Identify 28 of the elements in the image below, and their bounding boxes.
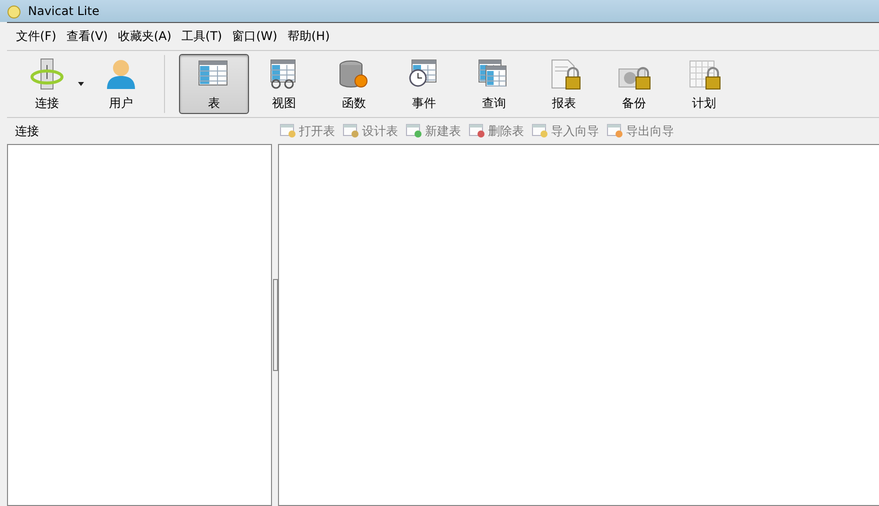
app-icon — [6, 3, 22, 19]
menu-item[interactable]: 窗口(W) — [228, 26, 282, 47]
toolbar-button[interactable]: 报表 — [529, 54, 599, 114]
table-icon — [343, 124, 359, 138]
table-icon — [607, 124, 623, 138]
splitter-handle[interactable] — [272, 279, 278, 371]
menu-item[interactable]: 帮助(H) — [283, 26, 334, 47]
toolbar-button[interactable]: 备份 — [599, 54, 669, 114]
toolbar-button[interactable]: 事件 — [389, 54, 459, 114]
toolbar-button[interactable]: 用户 — [86, 54, 156, 114]
caret-icon[interactable] — [78, 82, 84, 86]
toolbar-button[interactable]: 计划 — [669, 54, 739, 114]
menu-item[interactable]: 文件(F) — [12, 26, 60, 47]
panel-title: 连接 — [14, 122, 40, 140]
toolbar-button[interactable]: 表 — [179, 54, 249, 114]
table-icon — [406, 124, 422, 138]
table-icon — [469, 124, 485, 138]
toolbar-button[interactable]: 视图 — [249, 54, 319, 114]
table-icon — [532, 124, 548, 138]
server-icon — [29, 56, 65, 90]
menu-item[interactable]: 查看(V) — [62, 26, 112, 47]
window-title: Navicat Lite — [28, 4, 100, 18]
menu-item[interactable]: 工具(T) — [177, 26, 226, 47]
toolbar-button[interactable]: 查询 — [459, 54, 529, 114]
toolbar-button[interactable]: 连接 — [12, 54, 82, 114]
toolbar-button[interactable]: 函数 — [319, 54, 389, 114]
table-icon — [280, 124, 296, 138]
menu-item[interactable]: 收藏夹(A) — [114, 26, 176, 47]
